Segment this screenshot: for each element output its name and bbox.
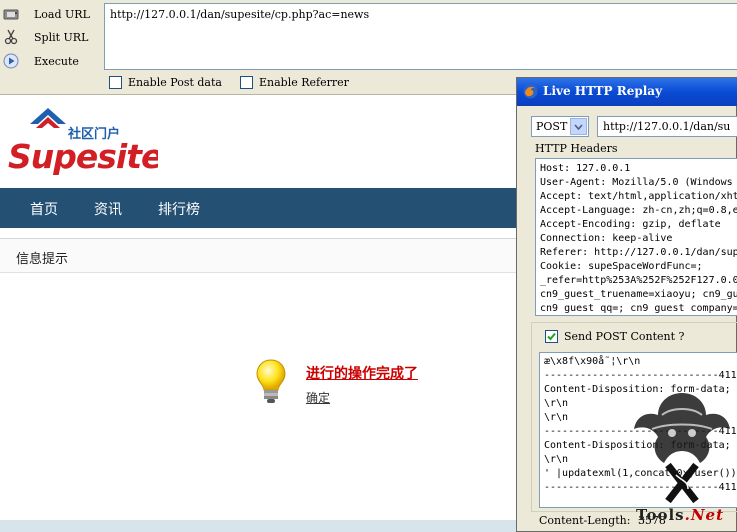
replay-title-text: Live HTTP Replay	[543, 84, 663, 98]
post-line: -----------------------------4118	[544, 370, 737, 381]
execute-label: Execute	[34, 54, 79, 68]
method-select[interactable]: POST	[531, 116, 589, 137]
header-line: Referer: http://127.0.0.1/dan/supe	[540, 247, 737, 258]
header-line: Host: 127.0.0.1	[540, 163, 631, 174]
header-line: Accept-Language: zh-cn,zh;q=0.8,en	[540, 205, 737, 216]
watermark-text: Tools.Net	[636, 506, 724, 524]
enable-post-label: Enable Post data	[128, 76, 222, 89]
split-url-button[interactable]: Split URL	[2, 26, 88, 48]
chevron-down-icon[interactable]	[570, 118, 587, 135]
post-line: æ\x8f\x90å˜¦\r\n	[544, 356, 641, 367]
http-headers-label: HTTP Headers	[535, 142, 618, 155]
header-line: Cookie: supeSpaceWordFunc=;	[540, 261, 703, 272]
nav-home[interactable]: 首页	[30, 199, 58, 219]
enable-referrer-checkbox[interactable]: Enable Referrer	[240, 76, 349, 89]
enable-referrer-box[interactable]	[240, 76, 253, 89]
watermark-tools: Tools	[636, 506, 685, 524]
header-line: Accept: text/html,application/xhtm	[540, 191, 737, 202]
confirm-link[interactable]: 确定	[306, 389, 330, 406]
supesite-logo[interactable]: 社区门户 Supesite	[8, 108, 164, 183]
url-textarea[interactable]: http://127.0.0.1/dan/supesite/cp.php?ac=…	[104, 3, 737, 70]
header-line: _refer=http%253A%252F%252F127.0.0.	[540, 275, 737, 286]
load-url-label: Load URL	[34, 7, 90, 21]
header-line: cn9 guest qq=; cn9 guest company=	[540, 303, 737, 314]
content-length-label: Content-Length:	[539, 514, 631, 527]
lightbulb-icon	[255, 359, 287, 408]
header-line: Connection: keep-alive	[540, 233, 673, 244]
enable-post-checkbox[interactable]: Enable Post data	[109, 76, 222, 89]
success-message: 进行的操作完成了	[306, 366, 418, 382]
send-post-checkbox[interactable]: Send POST Content ?	[545, 330, 684, 343]
header-line: User-Agent: Mozilla/5.0 (Windows N	[540, 177, 737, 188]
load-url-icon	[2, 5, 20, 23]
replay-url-input[interactable]: http://127.0.0.1/dan/su	[597, 116, 737, 137]
enable-post-box[interactable]	[109, 76, 122, 89]
send-post-box[interactable]	[545, 330, 558, 343]
watermark-net: .Net	[684, 506, 724, 524]
split-url-label: Split URL	[34, 30, 89, 44]
split-url-icon	[2, 28, 20, 46]
nav-ranking[interactable]: 排行榜	[158, 199, 200, 219]
execute-button[interactable]: Execute	[2, 50, 79, 72]
header-line: Accept-Encoding: gzip, deflate	[540, 219, 721, 230]
replay-titlebar[interactable]: Live HTTP Replay	[517, 78, 737, 106]
logo-brand-text: Supesite	[8, 137, 158, 176]
method-value: POST	[536, 120, 568, 133]
http-headers-textarea[interactable]: Host: 127.0.0.1 User-Agent: Mozilla/5.0 …	[535, 158, 737, 316]
firefox-icon	[523, 84, 538, 102]
send-post-label: Send POST Content ?	[564, 330, 685, 343]
nav-news[interactable]: 资讯	[94, 199, 122, 219]
load-url-button[interactable]: Load URL	[2, 3, 90, 25]
header-line: cn9_guest_truename=xiaoyu; cn9_gue	[540, 289, 737, 300]
enable-referrer-label: Enable Referrer	[259, 76, 349, 89]
execute-icon	[2, 52, 20, 70]
